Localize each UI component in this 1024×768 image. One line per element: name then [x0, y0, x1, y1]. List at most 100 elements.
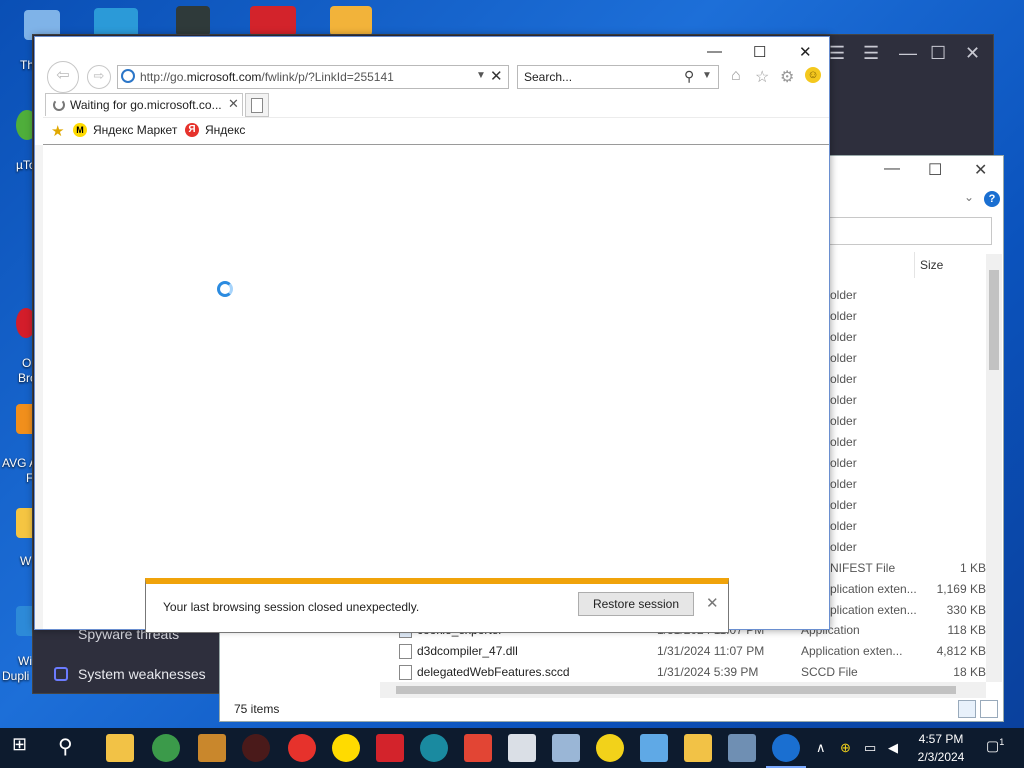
tab-label: Waiting for go.microsoft.co... [70, 98, 222, 112]
document-icon[interactable] [552, 734, 580, 762]
notifications-icon[interactable]: ▢1 [986, 737, 1004, 755]
chrome-icon[interactable] [152, 734, 180, 762]
maximize-icon[interactable]: ☐ [930, 43, 946, 64]
column-divider [914, 252, 915, 278]
column-header-size[interactable]: Size [920, 258, 943, 272]
restore-session-button[interactable]: Restore session [578, 592, 694, 616]
list-item[interactable]: d3dcompiler_47.dll 1/31/2024 11:07 PM Ap… [395, 640, 995, 661]
yandex-market-icon: M [73, 123, 87, 137]
chevron-up-icon[interactable]: ∧ [816, 740, 826, 756]
favorites-bar: ★ M Яндекс Маркет Я Яндекс [43, 117, 829, 145]
favorites-star-icon[interactable]: ☆ [755, 67, 769, 87]
feedback-smiley-icon[interactable]: ☺ [805, 67, 821, 83]
address-dropdown-icon[interactable]: ▼ [476, 70, 486, 81]
menu-icon[interactable]: ☰ [829, 43, 845, 64]
taskbar: ⊞ ⚲ ∧ ⊕ ▭ ◀ 4:57 PM 2/3/2024 ▢1 [0, 728, 1024, 768]
folder-type-fragment: older [830, 309, 857, 323]
chevron-down-icon[interactable]: ⌄ [964, 190, 974, 204]
folder-type-fragment: older [830, 519, 857, 533]
menu-icon[interactable]: ☰ [863, 43, 879, 64]
minimize-icon[interactable]: — [884, 160, 900, 178]
file-explorer-icon[interactable] [106, 734, 134, 762]
folder-type-fragment: older [830, 414, 857, 428]
back-button[interactable]: ⇦ [47, 61, 79, 93]
desktop-icon-label: O [22, 356, 32, 370]
help-icon[interactable]: ? [984, 191, 1000, 207]
maximize-icon[interactable]: ☐ [928, 160, 942, 180]
desktop-icon-label: Wi [18, 654, 32, 668]
network-app-icon[interactable] [728, 734, 756, 762]
desktop-icon-label: Dupli [2, 669, 30, 683]
yandex-market-icon[interactable] [332, 734, 360, 762]
kaspersky-icon[interactable] [376, 734, 404, 762]
desktop-icon-app[interactable] [330, 6, 372, 36]
archive-icon[interactable] [684, 734, 712, 762]
ccleaner-icon[interactable] [420, 734, 448, 762]
file-icon [399, 665, 412, 680]
search-icon[interactable]: ⚲ [58, 734, 86, 762]
explorer-search-input[interactable] [828, 217, 992, 245]
folder-type-fragment: older [830, 540, 857, 554]
volume-muted-icon[interactable]: ◀ [888, 740, 898, 756]
desktop-icon-kaspersky[interactable] [250, 6, 296, 36]
forward-button[interactable]: ⇨ [87, 65, 111, 89]
details-view-icon[interactable] [958, 700, 976, 718]
add-favorite-icon[interactable]: ★ [51, 122, 64, 140]
item-count: 75 items [234, 702, 280, 716]
game-icon[interactable] [198, 734, 226, 762]
desktop-icon-game[interactable] [176, 6, 210, 36]
tab-close-icon[interactable]: ✕ [228, 96, 239, 112]
start-icon[interactable]: ⊞ [12, 734, 40, 762]
minimize-icon[interactable]: — [707, 43, 722, 60]
large-icons-view-icon[interactable] [980, 700, 998, 718]
gear-icon[interactable]: ⚙ [780, 67, 794, 87]
app-red-icon[interactable] [242, 734, 270, 762]
home-icon[interactable]: ⌂ [731, 67, 741, 85]
wps-icon[interactable] [464, 734, 492, 762]
list-item[interactable]: delegatedWebFeatures.sccd 1/31/2024 5:39… [395, 661, 995, 682]
yandex-icon: Я [185, 123, 199, 137]
internet-explorer-icon[interactable] [772, 734, 800, 762]
folder-type-fragment: older [830, 351, 857, 365]
tab-current[interactable]: Waiting for go.microsoft.co... ✕ [45, 93, 243, 116]
add-icon[interactable] [596, 734, 624, 762]
clock-date[interactable]: 2/3/2024 [914, 750, 968, 764]
file-size-fragment: 1 KB [959, 561, 986, 575]
search-box[interactable]: Search... ⚲ ▼ [517, 65, 719, 89]
close-icon[interactable]: ✕ [974, 160, 987, 180]
internet-explorer-window: — ☐ ✕ ⇦ ⇨ http://go.microsoft.com/fwlink… [34, 36, 830, 633]
close-icon[interactable]: ✕ [799, 43, 812, 61]
busy-cursor-icon [217, 281, 233, 297]
stop-icon[interactable]: ✕ [490, 67, 503, 85]
yandex-browser-icon[interactable] [288, 734, 316, 762]
file-type-fragment: plication exten... [830, 582, 917, 596]
photos-icon[interactable] [508, 734, 536, 762]
horizontal-scrollbar-thumb[interactable] [396, 686, 956, 694]
new-tab-button[interactable] [245, 93, 269, 117]
close-icon[interactable]: ✕ [965, 43, 980, 64]
dll-file-icon [399, 644, 412, 659]
file-size-fragment: 1,169 KB [936, 582, 986, 596]
clock-time[interactable]: 4:57 PM [916, 732, 966, 746]
file-size-fragment: 330 KB [946, 603, 986, 617]
contacts-icon[interactable] [640, 734, 668, 762]
avg-sidebar-item-weaknesses[interactable]: System weaknesses [78, 666, 206, 682]
favorite-yandex[interactable]: Яндекс [205, 123, 245, 137]
loading-spinner-icon [53, 99, 65, 111]
vertical-scrollbar-thumb[interactable] [989, 270, 999, 370]
minimize-icon[interactable]: — [899, 43, 917, 64]
close-icon[interactable]: ✕ [706, 594, 719, 612]
folder-type-fragment: older [830, 456, 857, 470]
tray-app-icon[interactable]: ⊕ [840, 740, 851, 756]
maximize-icon[interactable]: ☐ [753, 43, 766, 61]
folder-type-fragment: older [830, 372, 857, 386]
file-type-fragment: NIFEST File [830, 561, 896, 575]
folder-type-fragment: older [830, 498, 857, 512]
address-url: http://go.microsoft.com/fwlink/p/?LinkId… [140, 70, 394, 84]
address-bar[interactable]: http://go.microsoft.com/fwlink/p/?LinkId… [117, 65, 509, 89]
search-dropdown-icon[interactable]: ▼ [702, 70, 712, 81]
search-icon[interactable]: ⚲ [684, 68, 694, 85]
network-icon[interactable]: ▭ [864, 740, 876, 756]
favorite-yandex-market[interactable]: Яндекс Маркет [93, 123, 177, 137]
search-placeholder: Search... [524, 70, 573, 84]
